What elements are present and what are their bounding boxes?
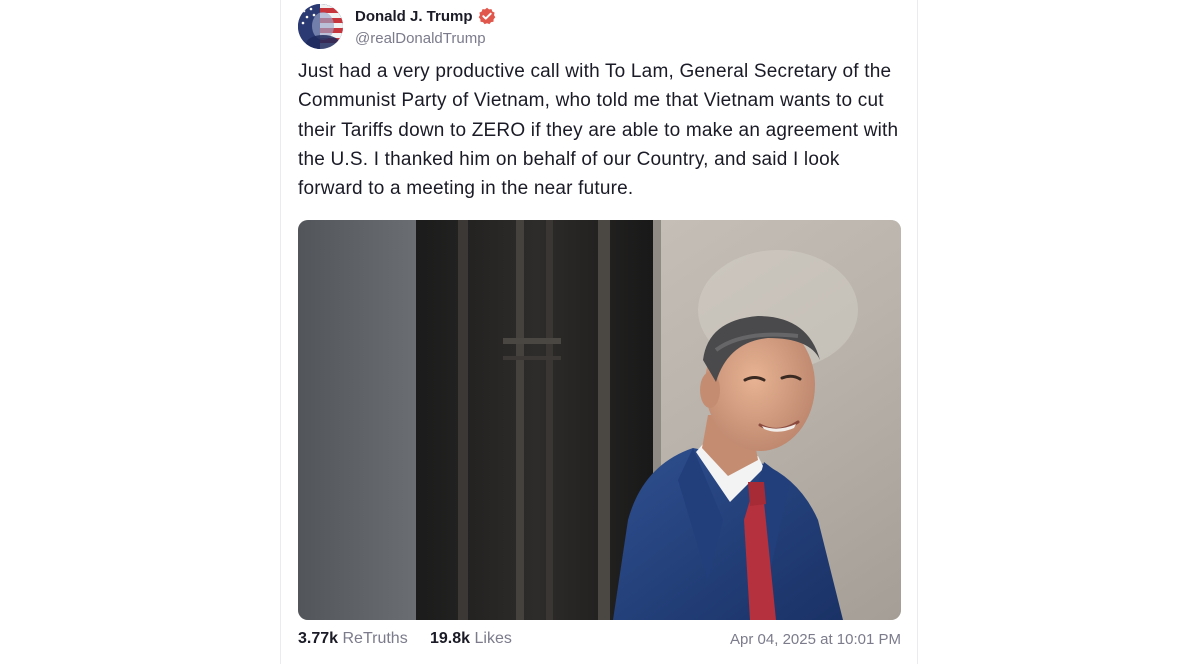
avatar-image (298, 4, 343, 49)
page: Donald J. Trump @realDonaldTrump Just ha… (0, 0, 1200, 664)
likes-count: 19.8k (430, 630, 471, 647)
likes-stat[interactable]: 19.8k Likes (430, 630, 512, 648)
author-name-text[interactable]: Donald J. Trump (355, 8, 473, 25)
likes-label: Likes (474, 630, 512, 647)
post-card: Donald J. Trump @realDonaldTrump Just ha… (280, 0, 918, 664)
retruths-label: ReTruths (342, 630, 408, 647)
post-media-image[interactable] (298, 220, 901, 620)
retruths-stat[interactable]: 3.77k ReTruths (298, 630, 408, 648)
author-handle[interactable]: @realDonaldTrump (355, 30, 486, 47)
verified-badge-icon (478, 7, 496, 25)
post-footer: 3.77k ReTruths 19.8k Likes Apr 04, 2025 … (298, 630, 901, 652)
avatar[interactable] (298, 4, 343, 49)
author-display-name[interactable]: Donald J. Trump (355, 7, 496, 25)
retruths-count: 3.77k (298, 630, 339, 647)
post-timestamp[interactable]: Apr 04, 2025 at 10:01 PM (730, 631, 901, 648)
post-text: Just had a very productive call with To … (298, 61, 899, 200)
